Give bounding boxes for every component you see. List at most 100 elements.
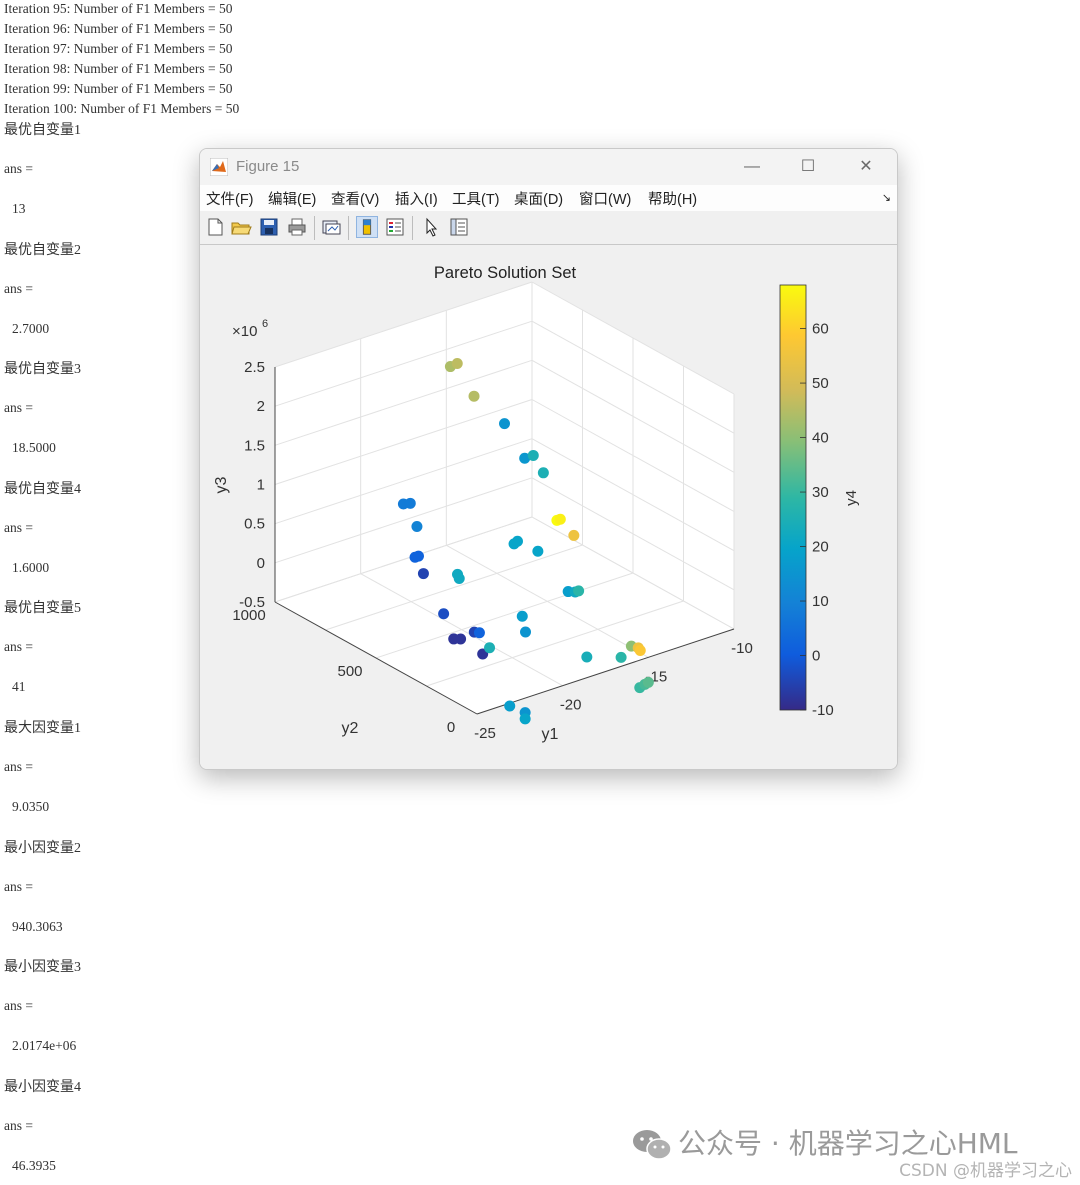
menu-edit[interactable]: 编辑(E) — [268, 188, 316, 209]
result-value: 1.6000 — [12, 559, 50, 575]
scatter-point[interactable] — [404, 497, 416, 509]
scatter-point[interactable] — [451, 358, 463, 369]
matlab-icon — [210, 158, 228, 176]
scatter-point[interactable] — [537, 467, 549, 479]
z-tick-label: 0.5 — [244, 516, 265, 533]
ans-line: ans = — [4, 280, 33, 296]
svg-text:×10: ×10 — [232, 323, 257, 340]
dock-arrow-icon[interactable]: ↘ — [882, 191, 891, 204]
ans-line: ans = — [4, 1117, 33, 1133]
ans-line: ans = — [4, 639, 33, 655]
z-tick-label: 1 — [257, 477, 265, 494]
z-axis-label: y3 — [213, 476, 230, 493]
scatter-point[interactable] — [473, 627, 485, 639]
figure-window[interactable]: Figure 15 — ☐ ✕ 文件(F) 编辑(E) 查看(V) 插入(I) … — [199, 148, 898, 770]
iteration-line: Iteration 99: Number of F1 Members = 50 — [4, 80, 233, 96]
colorbar-tick-label: 30 — [812, 484, 829, 501]
pareto-3d-scatter-plot[interactable]: -25-20-15-1005001000-0.500.511.522.5 Par… — [200, 245, 895, 769]
result-label: 最小因变量3 — [4, 960, 81, 976]
colorbar-tick-label: 10 — [812, 593, 829, 610]
legend-icon[interactable] — [384, 216, 406, 238]
iteration-line: Iteration 97: Number of F1 Members = 50 — [4, 40, 233, 56]
title-bar[interactable]: Figure 15 — ☐ ✕ — [200, 149, 897, 185]
scatter-point[interactable] — [412, 550, 424, 562]
scatter-point[interactable] — [581, 651, 593, 663]
ans-line: ans = — [4, 759, 33, 774]
menu-tools[interactable]: 工具(T) — [452, 188, 500, 209]
scatter-point[interactable] — [520, 626, 532, 638]
result-label: 最小因变量4 — [4, 1079, 81, 1095]
colorbar[interactable] — [779, 284, 807, 711]
menu-view[interactable]: 查看(V) — [331, 188, 379, 209]
result-value: 13 — [12, 201, 26, 216]
x-tick-label: -20 — [560, 697, 582, 714]
iteration-line: Iteration 100: Number of F1 Members = 50 — [4, 100, 240, 116]
ans-line: ans = — [4, 161, 33, 176]
z-tick-label: 2 — [257, 398, 265, 415]
scatter-point[interactable] — [453, 573, 465, 584]
y-axis-label: y2 — [342, 720, 359, 737]
colorbar-tick-label: 60 — [812, 321, 829, 338]
pointer-icon[interactable] — [420, 216, 442, 238]
scatter-point[interactable] — [417, 568, 429, 580]
menu-bar: 文件(F) 编辑(E) 查看(V) 插入(I) 工具(T) 桌面(D) 窗口(W… — [200, 185, 897, 211]
window-title: Figure 15 — [236, 158, 300, 175]
result-label: 最优自变量3 — [4, 362, 81, 378]
colorbar-icon[interactable] — [356, 216, 378, 238]
scatter-point[interactable] — [468, 390, 480, 402]
colorbar-tick-label: 0 — [812, 648, 820, 665]
new-figure-icon[interactable] — [204, 216, 226, 238]
scatter-point[interactable] — [568, 529, 580, 541]
result-value: 41 — [12, 679, 26, 695]
result-value: 46.3935 — [12, 1157, 56, 1173]
scatter-point[interactable] — [634, 645, 646, 657]
result-label: 最优自变量5 — [4, 601, 81, 617]
menu-desktop[interactable]: 桌面(D) — [514, 188, 563, 209]
scatter-point[interactable] — [642, 676, 654, 688]
scatter-point[interactable] — [615, 651, 627, 663]
scatter-point[interactable] — [573, 585, 585, 597]
minimize-button[interactable]: — — [730, 155, 774, 179]
result-value: 18.5000 — [12, 440, 56, 456]
scatter-point[interactable] — [527, 449, 539, 461]
scatter-point[interactable] — [511, 535, 523, 547]
colorbar-tick-label: 40 — [812, 430, 829, 447]
scatter-point[interactable] — [438, 608, 450, 620]
colorbar-tick-label: -10 — [812, 702, 834, 719]
result-label: 最大因变量1 — [4, 721, 81, 736]
iteration-line: Iteration 98: Number of F1 Members = 50 — [4, 60, 233, 76]
open-file-icon[interactable] — [230, 216, 252, 238]
link-plot-icon[interactable] — [320, 216, 342, 238]
scatter-point[interactable] — [484, 642, 496, 654]
scatter-point[interactable] — [554, 513, 566, 525]
scatter-point[interactable] — [499, 418, 510, 430]
property-inspector-icon[interactable] — [448, 216, 470, 238]
close-button[interactable]: ✕ — [844, 155, 888, 179]
x-tick-label: -25 — [474, 725, 496, 742]
z-tick-label: 0 — [257, 555, 265, 572]
colorbar-label: y4 — [843, 490, 860, 506]
z-exponent-label: ×10 6 — [232, 318, 268, 340]
scatter-point[interactable] — [411, 521, 423, 532]
figure-toolbar — [200, 212, 897, 245]
plot-area[interactable]: -25 -20 -15 -10 0 500 1000 -0.5 0 0.5 1 1.5 2 2.5 Par… — [200, 245, 897, 769]
ans-line: ans = — [4, 878, 33, 894]
menu-insert[interactable]: 插入(I) — [395, 188, 438, 209]
y-tick-label: 0 — [447, 719, 455, 736]
toolbar-separator — [348, 216, 349, 240]
maximize-button[interactable]: ☐ — [786, 155, 830, 179]
scatter-point[interactable] — [455, 633, 467, 645]
iteration-line: Iteration 95: Number of F1 Members = 50 — [4, 1, 233, 16]
scatter-point[interactable] — [532, 545, 544, 557]
svg-text:6: 6 — [262, 318, 268, 330]
menu-help[interactable]: 帮助(H) — [648, 188, 697, 209]
menu-file[interactable]: 文件(F) — [206, 188, 254, 209]
menu-window[interactable]: 窗口(W) — [579, 188, 631, 209]
result-value: 940.3063 — [12, 918, 63, 934]
scatter-point[interactable] — [516, 610, 528, 622]
scatter-point[interactable] — [504, 700, 516, 712]
print-icon[interactable] — [286, 216, 308, 238]
z-tick-label: 1.5 — [244, 437, 265, 454]
save-icon[interactable] — [258, 216, 280, 238]
scatter-point[interactable] — [519, 713, 531, 725]
